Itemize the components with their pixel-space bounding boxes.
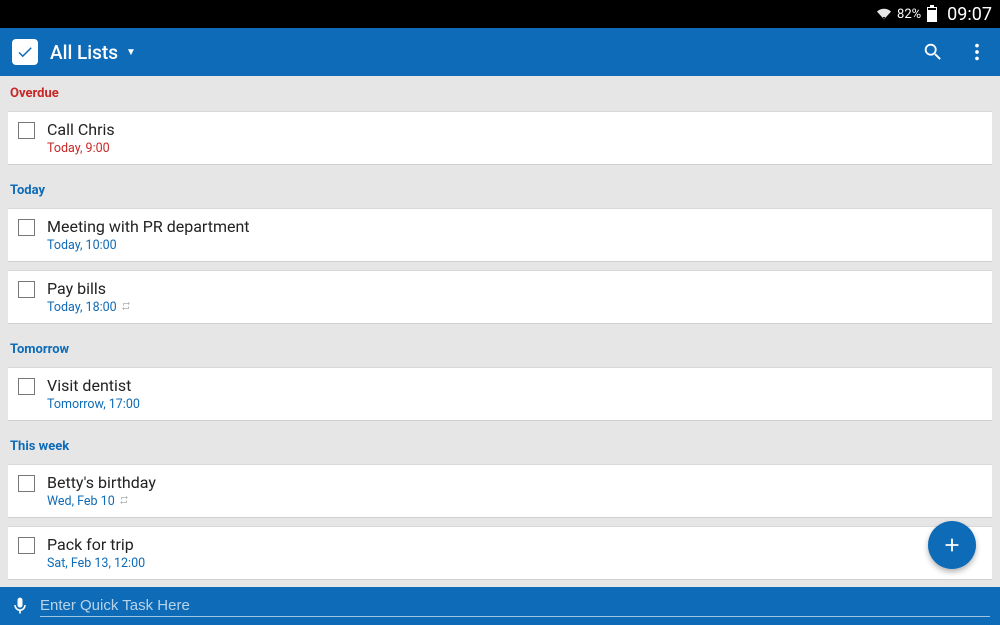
task-subtext: Sat, Feb 13, 12:00: [47, 556, 145, 571]
task-body: Call Chris Today, 9:00: [47, 120, 115, 156]
status-time: 09:07: [947, 4, 992, 25]
task-title: Visit dentist: [47, 376, 140, 395]
status-bar: 82% 09:07: [0, 0, 1000, 28]
group-header: Today: [0, 173, 1000, 204]
battery-icon: [927, 7, 937, 22]
task-subtext: Wed, Feb 10: [47, 494, 156, 509]
task-title: Pay bills: [47, 279, 131, 298]
task-card[interactable]: Betty's birthday Wed, Feb 10: [8, 464, 992, 518]
group-header: Overdue: [0, 76, 1000, 107]
quick-task-bar: [0, 587, 1000, 625]
task-title: Call Chris: [47, 120, 115, 139]
add-task-fab[interactable]: [928, 521, 976, 569]
task-subtext: Today, 18:00: [47, 300, 131, 315]
wifi-icon: [877, 7, 891, 21]
task-title: Pack for trip: [47, 535, 145, 554]
task-card[interactable]: Visit dentist Tomorrow, 17:00: [8, 367, 992, 421]
task-body: Pay bills Today, 18:00: [47, 279, 131, 315]
task-card[interactable]: Pay bills Today, 18:00: [8, 270, 992, 324]
task-subtext: Today, 10:00: [47, 238, 250, 253]
app-icon[interactable]: [12, 39, 38, 65]
voice-input-button[interactable]: [10, 596, 30, 616]
actionbar-title: All Lists: [50, 41, 118, 64]
search-button[interactable]: [922, 41, 944, 63]
task-card[interactable]: Call Chris Today, 9:00: [8, 111, 992, 165]
battery-percent: 82%: [897, 7, 921, 22]
task-body: Pack for trip Sat, Feb 13, 12:00: [47, 535, 145, 571]
group-header: Tomorrow: [0, 332, 1000, 363]
action-bar: All Lists ▼: [0, 28, 1000, 76]
overflow-menu-button[interactable]: [966, 41, 988, 63]
list-selector[interactable]: All Lists ▼: [50, 41, 136, 64]
task-body: Meeting with PR department Today, 10:00: [47, 217, 250, 253]
repeat-icon: [121, 300, 131, 315]
task-subtext: Today, 9:00: [47, 141, 115, 156]
task-title: Meeting with PR department: [47, 217, 250, 236]
task-card[interactable]: Pack for trip Sat, Feb 13, 12:00: [8, 526, 992, 580]
task-list-scroll[interactable]: Overdue Call Chris Today, 9:00 Today Meeting…: [0, 76, 1000, 587]
task-title: Betty's birthday: [47, 473, 156, 492]
task-body: Visit dentist Tomorrow, 17:00: [47, 376, 140, 412]
content-area: Overdue Call Chris Today, 9:00 Today Meeting…: [0, 76, 1000, 587]
group-header: This week: [0, 429, 1000, 460]
task-checkbox[interactable]: [18, 475, 35, 492]
repeat-icon: [119, 494, 129, 509]
task-card[interactable]: Meeting with PR department Today, 10:00: [8, 208, 992, 262]
task-subtext: Tomorrow, 17:00: [47, 397, 140, 412]
task-checkbox[interactable]: [18, 537, 35, 554]
task-checkbox[interactable]: [18, 122, 35, 139]
task-checkbox[interactable]: [18, 219, 35, 236]
task-checkbox[interactable]: [18, 378, 35, 395]
task-body: Betty's birthday Wed, Feb 10: [47, 473, 156, 509]
quick-task-input[interactable]: [40, 597, 990, 614]
dropdown-caret-icon: ▼: [126, 47, 136, 58]
task-checkbox[interactable]: [18, 281, 35, 298]
